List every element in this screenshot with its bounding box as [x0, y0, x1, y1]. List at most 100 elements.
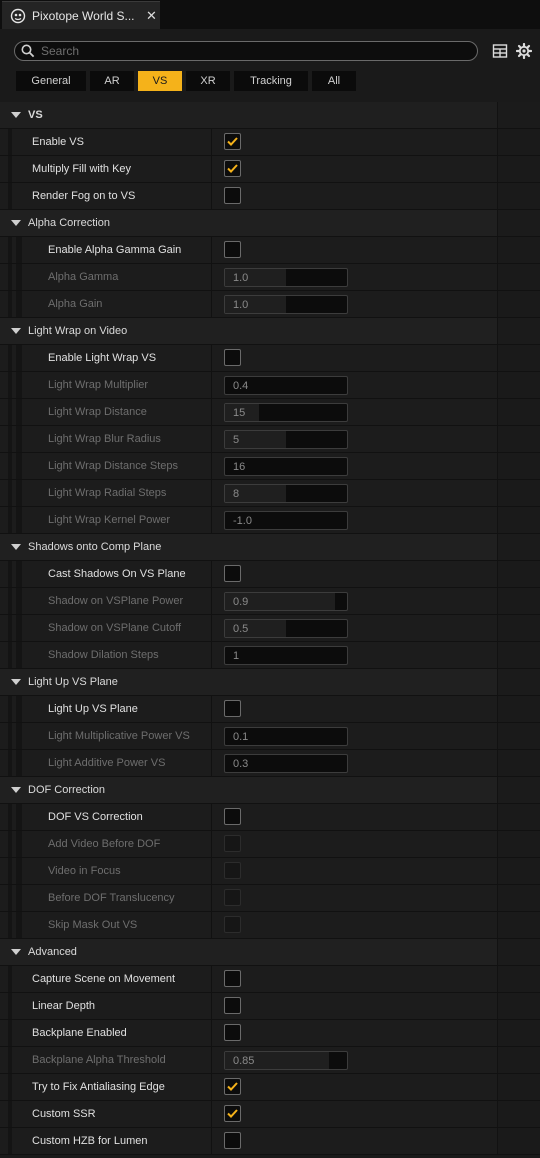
checkbox[interactable]	[224, 1132, 241, 1149]
category-filter-bar: General AR VS XR Tracking All	[16, 71, 356, 91]
checkbox[interactable]	[224, 997, 241, 1014]
indent-gutter	[8, 1128, 12, 1154]
indent-gutter	[16, 588, 22, 614]
filter-all[interactable]: All	[312, 71, 356, 91]
numeric-input[interactable]: 0.9	[224, 592, 348, 611]
table-view-icon[interactable]	[492, 43, 508, 59]
numeric-input[interactable]: 1	[224, 646, 348, 665]
checkbox[interactable]	[224, 133, 241, 150]
checkbox[interactable]	[224, 241, 241, 258]
filter-tracking[interactable]: Tracking	[234, 71, 308, 91]
checkbox[interactable]	[224, 1105, 241, 1122]
property-row-light-additive-power-vs: Light Additive Power VS 0.3	[0, 750, 540, 777]
chevron-down-icon[interactable]	[11, 677, 21, 687]
property-value-cell	[212, 183, 496, 209]
indent-gutter	[16, 399, 22, 425]
chevron-down-icon[interactable]	[11, 947, 21, 957]
indent-gutter	[8, 642, 12, 668]
section-header-label: DOF Correction	[28, 784, 106, 796]
property-row-light-wrap-radial-steps: Light Wrap Radial Steps 8	[0, 480, 540, 507]
section-header-light-wrap-on-video[interactable]: Light Wrap on Video	[0, 318, 540, 345]
section-header-content: Shadows onto Comp Plane	[0, 534, 161, 560]
property-label: Light Wrap Radial Steps	[48, 487, 167, 499]
checkbox[interactable]	[224, 808, 241, 825]
checkbox[interactable]	[224, 1078, 241, 1095]
numeric-value: 0.4	[233, 379, 249, 392]
chevron-down-icon[interactable]	[11, 785, 21, 795]
numeric-input[interactable]: 0.3	[224, 754, 348, 773]
panel-tab[interactable]: Pixotope World S... ✕	[2, 1, 160, 30]
indent-gutter	[16, 696, 22, 722]
numeric-input[interactable]: 16	[224, 457, 348, 476]
checkbox[interactable]	[224, 349, 241, 366]
section-header-content: VS	[0, 102, 43, 128]
filter-ar[interactable]: AR	[90, 71, 134, 91]
gear-icon[interactable]	[516, 43, 532, 59]
indent-gutter	[8, 183, 12, 209]
filter-xr[interactable]: XR	[186, 71, 230, 91]
numeric-input[interactable]: 0.85	[224, 1051, 348, 1070]
indent-gutter	[8, 1074, 12, 1100]
property-row-alpha-gain: Alpha Gain 1.0	[0, 291, 540, 318]
chevron-down-icon[interactable]	[11, 218, 21, 228]
checkbox[interactable]	[224, 1024, 241, 1041]
section-header-vs[interactable]: VS	[0, 102, 540, 129]
search-input[interactable]: Search	[14, 41, 478, 61]
indent-gutter	[8, 966, 12, 992]
property-row-backplane-alpha-threshold: Backplane Alpha Threshold 0.85	[0, 1047, 540, 1074]
checkbox[interactable]	[224, 565, 241, 582]
checkbox[interactable]	[224, 700, 241, 717]
row-extension-column	[497, 885, 540, 911]
filter-vs[interactable]: VS	[138, 71, 182, 91]
property-row-cast-shadows-on-vs-plane: Cast Shadows On VS Plane	[0, 561, 540, 588]
indent-gutter	[8, 588, 12, 614]
row-extension-column	[497, 318, 540, 344]
property-label: Video in Focus	[48, 865, 121, 877]
indent-gutter	[16, 858, 22, 884]
row-extension-column	[497, 561, 540, 587]
checkbox[interactable]	[224, 187, 241, 204]
section-header-light-up-vs-plane[interactable]: Light Up VS Plane	[0, 669, 540, 696]
chevron-down-icon[interactable]	[11, 326, 21, 336]
chevron-down-icon[interactable]	[11, 110, 21, 120]
close-icon[interactable]: ✕	[146, 8, 157, 24]
row-extension-column	[497, 210, 540, 236]
section-header-alpha-correction[interactable]: Alpha Correction	[0, 210, 540, 237]
numeric-input[interactable]: 0.5	[224, 619, 348, 638]
numeric-input[interactable]: 1.0	[224, 295, 348, 314]
row-extension-column	[497, 264, 540, 290]
row-extension-column	[497, 642, 540, 668]
row-extension-column	[497, 831, 540, 857]
section-header-advanced[interactable]: Advanced	[0, 939, 540, 966]
row-extension-column	[497, 777, 540, 803]
indent-gutter	[8, 480, 12, 506]
numeric-input[interactable]: 0.1	[224, 727, 348, 746]
filter-general[interactable]: General	[16, 71, 86, 91]
chevron-down-icon[interactable]	[11, 542, 21, 552]
numeric-input[interactable]: 5	[224, 430, 348, 449]
property-value-cell	[212, 966, 496, 992]
row-extension-column	[497, 183, 540, 209]
indent-gutter	[16, 561, 22, 587]
indent-gutter	[16, 885, 22, 911]
section-header-shadows-onto-comp-plane[interactable]: Shadows onto Comp Plane	[0, 534, 540, 561]
row-extension-column	[497, 939, 540, 965]
numeric-input[interactable]: 8	[224, 484, 348, 503]
numeric-input[interactable]: 1.0	[224, 268, 348, 287]
indent-gutter	[16, 642, 22, 668]
numeric-input[interactable]: 15	[224, 403, 348, 422]
property-value-cell	[212, 912, 496, 938]
row-extension-column	[497, 588, 540, 614]
numeric-value: 0.85	[233, 1054, 255, 1067]
property-label: Skip Mask Out VS	[48, 919, 138, 931]
checkbox[interactable]	[224, 160, 241, 177]
row-extension-column	[497, 426, 540, 452]
section-header-dof-correction[interactable]: DOF Correction	[0, 777, 540, 804]
indent-gutter	[8, 156, 12, 182]
checkbox[interactable]	[224, 970, 241, 987]
numeric-input[interactable]: -1.0	[224, 511, 348, 530]
row-extension-column	[497, 372, 540, 398]
numeric-input[interactable]: 0.4	[224, 376, 348, 395]
property-value-cell	[212, 993, 496, 1019]
property-label: Light Wrap Blur Radius	[48, 433, 161, 445]
